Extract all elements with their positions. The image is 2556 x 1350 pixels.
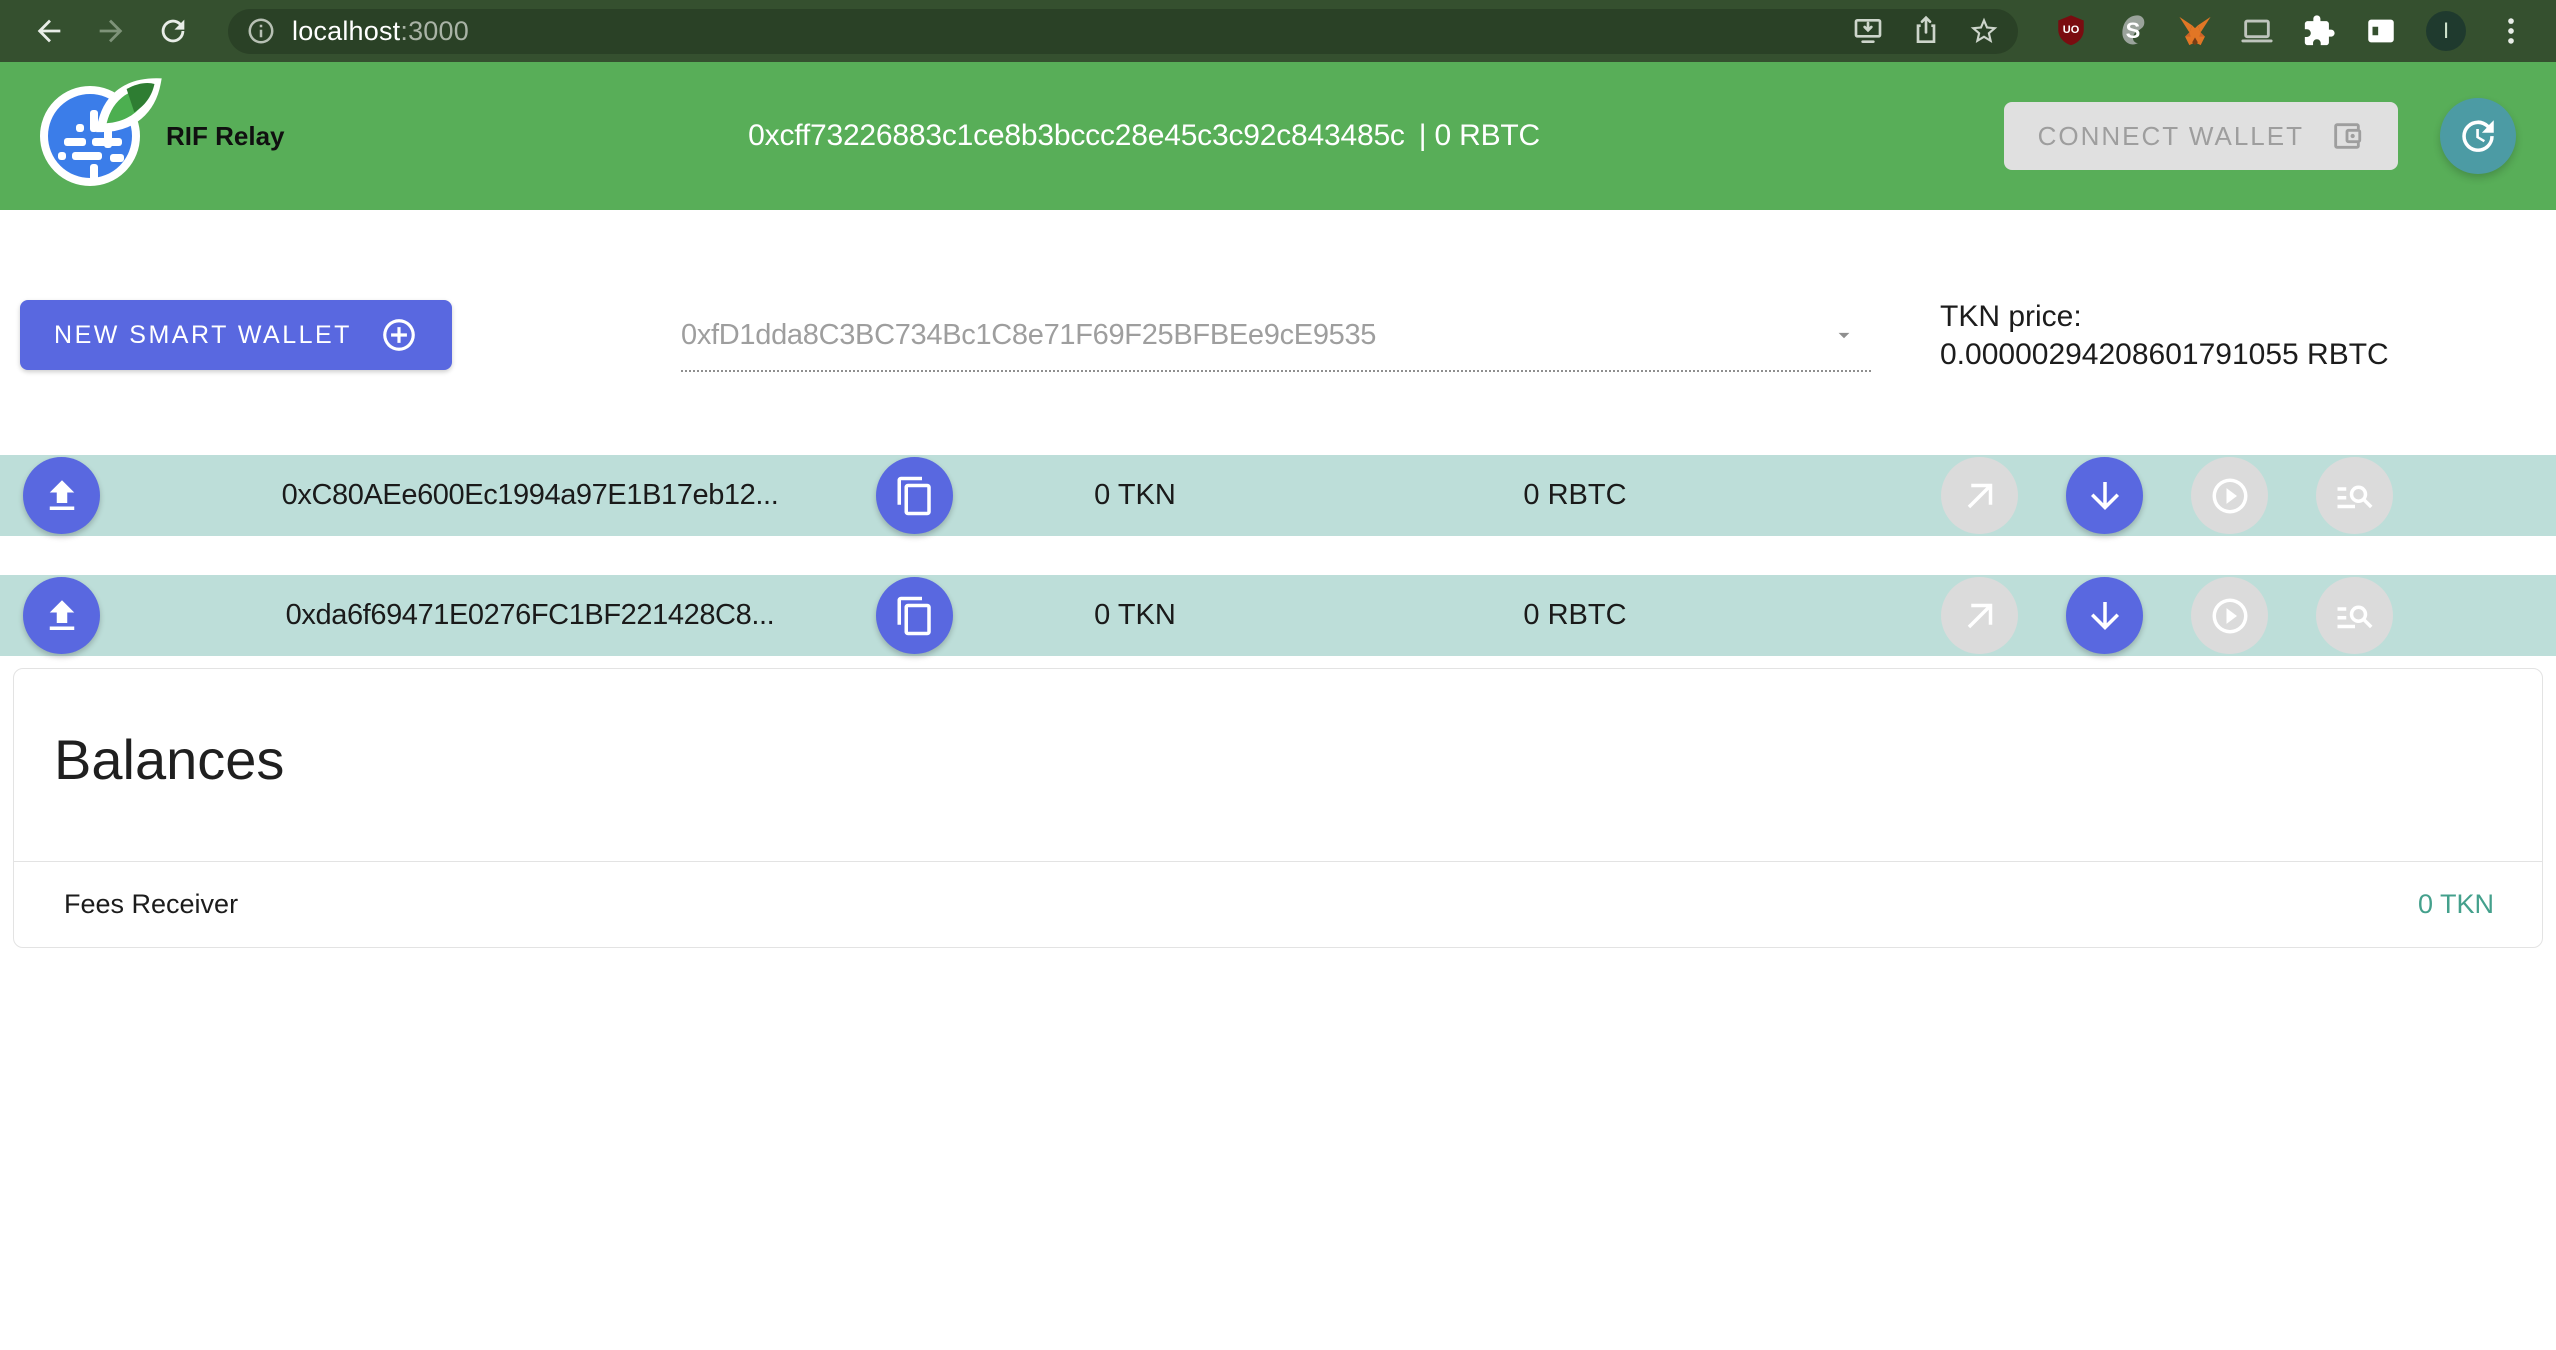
surfshark-label: S: [2116, 18, 2150, 44]
wallet-rbtc-balance: 0 RBTC: [1445, 455, 1705, 536]
share-icon[interactable]: [1910, 15, 1942, 47]
arrow-outward-icon: [1959, 595, 2001, 637]
smart-wallet-row: 0xC80AEe600Ec1994a97E1B17eb12... 0 TKN 0…: [0, 455, 2556, 536]
execute-button[interactable]: [2191, 457, 2268, 534]
receive-button[interactable]: [2066, 577, 2143, 654]
upload-icon: [41, 475, 83, 517]
url-text: localhost:3000: [292, 16, 469, 47]
copy-icon: [894, 595, 936, 637]
arrow-down-icon: [2084, 595, 2126, 637]
install-desktop-icon[interactable]: [1852, 15, 1884, 47]
fees-receiver-value: 0 TKN: [2418, 889, 2494, 920]
table-row: Fees Receiver 0 TKN: [14, 861, 2542, 947]
add-circle-icon: [380, 316, 418, 354]
app-header: RIF Relay 0xcff73226883c1ce8b3bccc28e45c…: [0, 62, 2556, 210]
extensions-area: UO S: [2054, 11, 2528, 51]
connect-wallet-button[interactable]: CONNECT WALLET: [2004, 102, 2398, 170]
site-info-icon[interactable]: [246, 16, 276, 46]
copy-icon: [894, 475, 936, 517]
wallet-tkn-balance: 0 TKN: [1010, 575, 1260, 656]
new-smart-wallet-button[interactable]: NEW SMART WALLET: [20, 300, 452, 370]
inspect-transactions-button[interactable]: [2316, 457, 2393, 534]
balances-card: Balances Fees Receiver 0 TKN: [13, 668, 2543, 948]
manage-search-icon: [2334, 595, 2376, 637]
smart-wallet-row: 0xda6f69471E0276FC1BF221428C8... 0 TKN 0…: [0, 575, 2556, 656]
balances-title: Balances: [54, 727, 2542, 792]
ublock-label: UO: [2054, 24, 2088, 36]
arrow-outward-icon: [1959, 475, 2001, 517]
bookmark-star-icon[interactable]: [1968, 15, 2000, 47]
tkn-price-value: 0.00000294208601791055 RBTC: [1940, 336, 2389, 374]
new-smart-wallet-label: NEW SMART WALLET: [54, 321, 352, 350]
transfer-out-button[interactable]: [1941, 457, 2018, 534]
reload-icon[interactable]: [156, 14, 190, 48]
ublock-shield-icon[interactable]: UO: [2054, 14, 2088, 48]
copy-address-button[interactable]: [876, 457, 953, 534]
receive-button[interactable]: [2066, 457, 2143, 534]
tkn-price: TKN price: 0.00000294208601791055 RBTC: [1940, 298, 2389, 374]
wallet-icon: [2330, 119, 2364, 153]
execute-button[interactable]: [2191, 577, 2268, 654]
deploy-wallet-button[interactable]: [23, 457, 100, 534]
wallet-tkn-balance: 0 TKN: [1010, 455, 1260, 536]
surfshark-icon[interactable]: S: [2116, 14, 2150, 48]
connected-account: 0xcff73226883c1ce8b3bccc28e45c3c92c84348…: [285, 119, 2004, 153]
account-select-value: 0xfD1dda8C3BC734Bc1C8e71F69F25BFBEe9cE95…: [681, 319, 1376, 352]
back-icon[interactable]: [32, 14, 66, 48]
forward-icon[interactable]: [94, 14, 128, 48]
laptop-icon[interactable]: [2240, 14, 2274, 48]
browser-toolbar: localhost:3000 UO S: [0, 0, 2556, 62]
account-address: 0xcff73226883c1ce8b3bccc28e45c3c92c84348…: [748, 119, 1405, 152]
wallet-address: 0xda6f69471E0276FC1BF221428C8...: [150, 575, 910, 656]
metamask-fox-icon[interactable]: [2178, 14, 2212, 48]
manage-search-icon: [2334, 475, 2376, 517]
copy-address-button[interactable]: [876, 577, 953, 654]
account-balance: | 0 RBTC: [1419, 119, 1540, 152]
profile-avatar[interactable]: I: [2426, 11, 2466, 51]
wallet-address: 0xC80AEe600Ec1994a97E1B17eb12...: [150, 455, 910, 536]
play-circle-icon: [2209, 595, 2251, 637]
rif-relay-logo-icon: [40, 86, 140, 186]
url-host: localhost: [292, 16, 400, 46]
controls-row: NEW SMART WALLET 0xfD1dda8C3BC734Bc1C8e7…: [0, 300, 2556, 376]
deploy-wallet-button[interactable]: [23, 577, 100, 654]
url-port: :3000: [400, 16, 469, 46]
refresh-button[interactable]: [2440, 98, 2516, 174]
update-clock-icon: [2457, 115, 2499, 157]
extensions-puzzle-icon[interactable]: [2302, 14, 2336, 48]
inspect-transactions-button[interactable]: [2316, 577, 2393, 654]
chevron-down-icon: [1831, 322, 1857, 348]
wallet-rbtc-balance: 0 RBTC: [1445, 575, 1705, 656]
play-circle-icon: [2209, 475, 2251, 517]
side-panel-icon[interactable]: [2364, 14, 2398, 48]
leaf-icon: [88, 73, 169, 139]
transfer-out-button[interactable]: [1941, 577, 2018, 654]
arrow-down-icon: [2084, 475, 2126, 517]
tkn-price-label: TKN price:: [1940, 298, 2389, 336]
fees-receiver-label: Fees Receiver: [64, 889, 238, 920]
menu-dots-icon[interactable]: [2494, 14, 2528, 48]
app-title: RIF Relay: [166, 121, 285, 152]
connect-wallet-label: CONNECT WALLET: [2038, 121, 2304, 152]
address-bar[interactable]: localhost:3000: [228, 9, 2018, 54]
upload-icon: [41, 595, 83, 637]
account-select[interactable]: 0xfD1dda8C3BC734Bc1C8e71F69F25BFBEe9cE95…: [681, 300, 1871, 372]
